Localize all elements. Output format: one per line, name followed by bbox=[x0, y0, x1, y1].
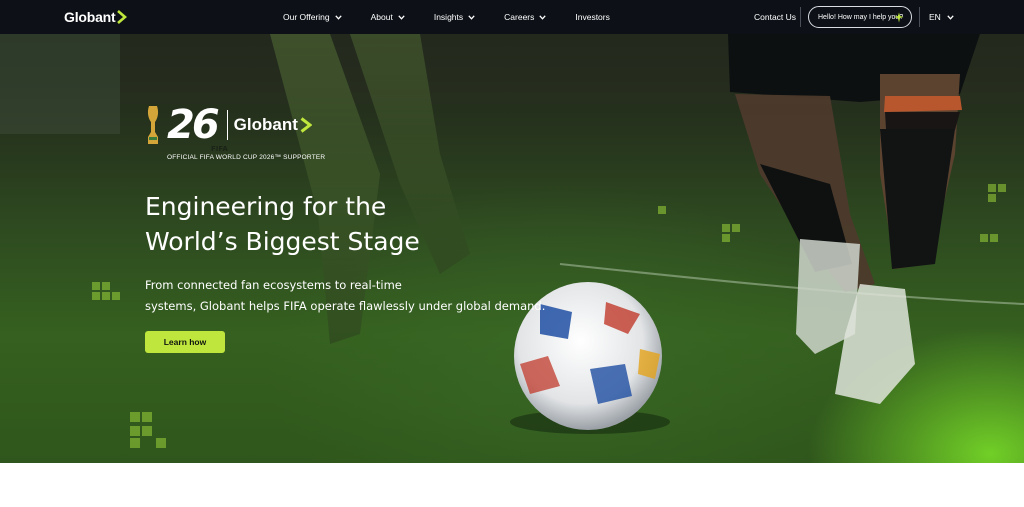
fifa-26-emblem: 26 FIFA bbox=[167, 102, 228, 153]
description-line-1: From connected fan ecosystems to real-ti… bbox=[145, 278, 402, 292]
menu-item-label: Insights bbox=[433, 12, 464, 22]
chevron-down-icon bbox=[539, 14, 547, 20]
badge-globant-logo: Globant bbox=[234, 115, 312, 135]
learn-how-button[interactable]: Learn how bbox=[145, 331, 225, 353]
menu-item-label: Our Offering bbox=[283, 12, 330, 22]
menu-item-careers[interactable]: Careers bbox=[504, 12, 547, 22]
menu-item-insights[interactable]: Insights bbox=[434, 12, 475, 22]
logo-wordmark: Globant bbox=[64, 9, 116, 25]
hero-section: 26 FIFA Globant OFFICIAL FIFA WORLD CUP … bbox=[0, 34, 1024, 463]
hero-description: From connected fan ecosystems to real-ti… bbox=[145, 275, 565, 316]
description-line-2: systems, Globant helps FIFA operate flaw… bbox=[145, 298, 546, 313]
headline-line-1: Engineering for the bbox=[145, 192, 387, 221]
main-menu: Our Offering About Insights Careers Inve… bbox=[283, 0, 610, 34]
chevron-down-icon bbox=[334, 14, 342, 20]
menu-item-label: About bbox=[370, 12, 393, 22]
menu-item-label: Investors bbox=[575, 12, 610, 22]
nav-divider bbox=[800, 7, 801, 27]
headline-line-2: World’s Biggest Stage bbox=[145, 227, 420, 256]
fifa-supporter-badge: 26 FIFA Globant bbox=[145, 102, 312, 153]
emblem-fifa-tag: FIFA bbox=[211, 145, 228, 153]
chevron-down-icon bbox=[947, 14, 954, 20]
menu-item-our-offering[interactable]: Our Offering bbox=[283, 12, 342, 22]
chevron-down-icon bbox=[468, 14, 475, 20]
chat-button-label: Hello! How may I help you? bbox=[818, 13, 904, 21]
world-cup-trophy-icon bbox=[147, 106, 159, 144]
contact-us-link[interactable]: Contact Us bbox=[754, 12, 796, 22]
emblem-number: 26 bbox=[167, 102, 220, 148]
nav-divider bbox=[919, 7, 920, 27]
menu-item-investors[interactable]: Investors bbox=[575, 12, 610, 22]
top-navigation-bar: Globant Our Offering About Insights Care… bbox=[0, 0, 1024, 34]
language-label: EN bbox=[929, 12, 941, 22]
globant-logo[interactable]: Globant bbox=[64, 9, 128, 25]
brand-chevron-icon bbox=[117, 10, 128, 24]
hero-headline: Engineering for the World’s Biggest Stag… bbox=[145, 189, 505, 259]
menu-item-label: Careers bbox=[504, 12, 535, 22]
badge-brand-wordmark: Globant bbox=[233, 115, 298, 134]
chat-assistant-button[interactable]: Hello! How may I help you? bbox=[808, 6, 912, 28]
language-selector[interactable]: EN bbox=[929, 12, 954, 22]
supporter-caption: OFFICIAL FIFA WORLD CUP 2026™ SUPPORTER bbox=[167, 154, 326, 161]
menu-item-about[interactable]: About bbox=[371, 12, 405, 22]
brand-chevron-icon bbox=[300, 117, 312, 133]
sparkle-icon bbox=[894, 12, 904, 23]
chevron-down-icon bbox=[398, 14, 405, 20]
